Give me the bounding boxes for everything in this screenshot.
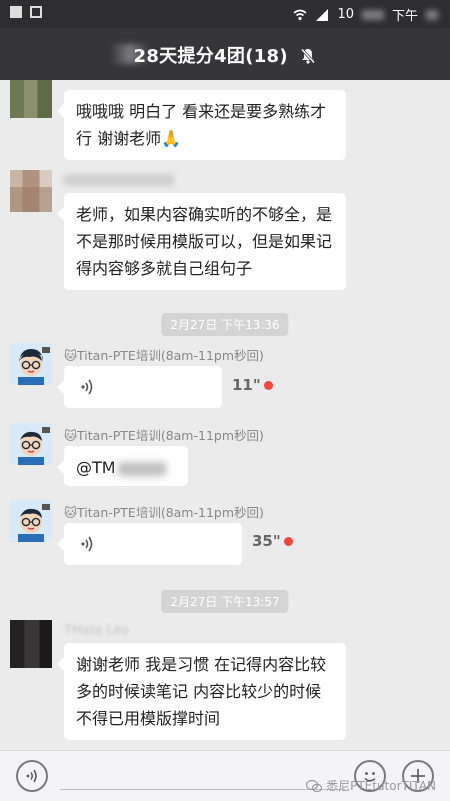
voice-wave-icon: [81, 379, 93, 395]
notification-icon: [10, 6, 22, 18]
message-text: 哦哦哦 明白了 看来还是要多熟练才行 谢谢老师🙏: [76, 102, 327, 148]
signal-icon: [316, 8, 329, 21]
wechat-icon: [306, 779, 323, 792]
message-input[interactable]: [60, 789, 345, 790]
notification-icons: [10, 6, 42, 18]
message-list[interactable]: 哦哦哦 明白了 看来还是要多熟练才行 谢谢老师🙏 老师，如果内容确实听的不够全，…: [0, 80, 450, 750]
voice-wave-icon: [26, 769, 37, 783]
redacted-mention: [117, 461, 166, 476]
avatar[interactable]: [10, 343, 52, 385]
message-text: 老师，如果内容确实听的不够全，是不是那时候用模版可以，但是如果记得内容够多就自己…: [76, 205, 333, 278]
sender-name: 🐱Titan-PTE培训(8am-11pm秒回): [64, 505, 264, 520]
chat-title: 28天提分4团(18): [133, 46, 288, 67]
watermark: 悉尼PTEtutorTITAN: [306, 777, 436, 794]
redacted-icon: [426, 9, 438, 20]
voice-input-button[interactable]: [16, 760, 48, 792]
redacted-sender: [64, 174, 174, 186]
avatar[interactable]: [10, 620, 52, 668]
status-period: 下午: [391, 9, 418, 24]
avatar[interactable]: [10, 500, 52, 542]
message-bubble[interactable]: 哦哦哦 明白了 看来还是要多熟练才行 谢谢老师🙏: [57, 90, 346, 160]
wifi-icon: [293, 9, 307, 20]
voice-duration: 11": [232, 376, 261, 394]
sender-name: TMate Leo: [64, 622, 129, 637]
voice-wave-icon: [81, 536, 93, 552]
teacher-avatar-icon: [10, 423, 52, 465]
avatar[interactable]: [10, 80, 52, 118]
sender-name: 🐱Titan-PTE培训(8am-11pm秒回): [64, 428, 264, 443]
avatar[interactable]: [10, 170, 52, 212]
message-bubble[interactable]: @TM: [57, 446, 188, 486]
chat-header: 28天提分4团(18): [0, 28, 450, 80]
message-bubble[interactable]: 谢谢老师 我是习惯 在记得内容比较多的时候读笔记 内容比较少的时候不得已用模版撑…: [57, 643, 346, 740]
redacted-time: [361, 9, 384, 20]
mention-text: @TM: [76, 458, 116, 477]
avatar[interactable]: [10, 423, 52, 465]
status-bar: 10 下午: [0, 0, 450, 28]
input-bar: 悉尼PTEtutorTITAN: [0, 750, 450, 801]
sender-name: 🐱Titan-PTE培训(8am-11pm秒回): [64, 348, 264, 363]
mute-icon[interactable]: [300, 48, 316, 64]
teacher-avatar-icon: [10, 500, 52, 542]
voice-message[interactable]: [57, 366, 222, 408]
message-bubble[interactable]: 老师，如果内容确实听的不够全，是不是那时候用模版可以，但是如果记得内容够多就自己…: [57, 193, 346, 290]
teacher-avatar-icon: [10, 343, 52, 385]
timestamp: 2月27日 下午13:36: [161, 313, 289, 336]
voice-duration: 35": [252, 532, 281, 550]
timestamp: 2月27日 下午13:57: [161, 590, 289, 613]
message-text: 谢谢老师 我是习惯 在记得内容比较多的时候读笔记 内容比较少的时候不得已用模版撑…: [76, 655, 327, 728]
status-time: 10: [337, 7, 354, 22]
unread-dot: [264, 381, 273, 390]
watermark-text: 悉尼PTEtutorTITAN: [326, 779, 436, 793]
notification-icon: [30, 6, 42, 18]
voice-message[interactable]: [57, 523, 242, 565]
unread-dot: [284, 537, 293, 546]
